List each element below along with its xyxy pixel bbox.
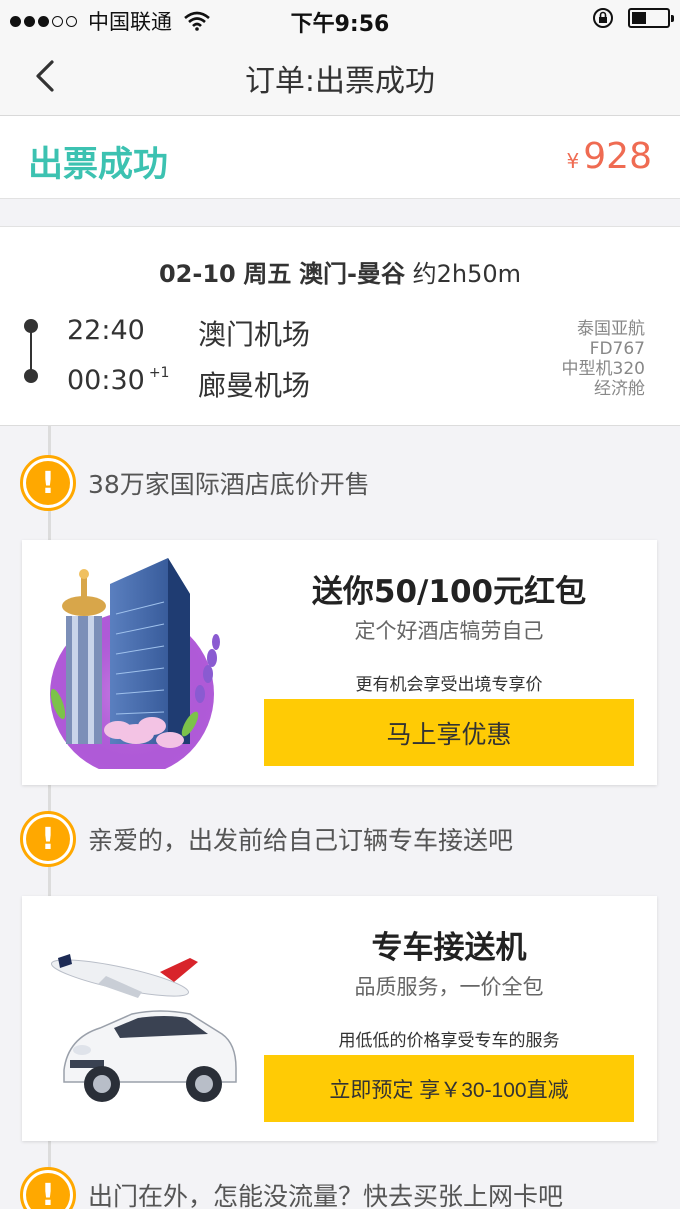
car-plane-illustration-icon xyxy=(50,954,237,1102)
order-status-label: 出票成功 xyxy=(28,145,169,185)
tip-text: 亲爱的，出发前给自己订辆专车接送吧 xyxy=(88,826,514,855)
exclamation-icon: ! xyxy=(20,455,76,511)
status-right xyxy=(592,7,674,29)
battery-icon xyxy=(628,8,674,28)
flight-weekday: 周五 xyxy=(243,260,292,288)
tip-text: 出门在外，怎能没流量？快去买张上网卡吧 xyxy=(88,1182,564,1209)
tip-car: ! 亲爱的，出发前给自己订辆专车接送吧 xyxy=(20,810,660,868)
page-title: 订单:出票成功 xyxy=(244,64,436,99)
status-time: 下午9:56 xyxy=(290,12,390,37)
order-price: ¥928 xyxy=(567,136,652,177)
promo-subtitle: 定个好酒店犒劳自己 xyxy=(354,619,544,643)
arrival-day-offset: +1 xyxy=(148,365,170,381)
promo-card-car[interactable]: 专车接送机 品质服务，一价全包 用低低的价格享受专车的服务 立即预定 享￥30-… xyxy=(22,896,657,1141)
flight-number: FD767 xyxy=(589,339,645,359)
flight-card[interactable]: 02-10 周五 澳门-曼谷 约2h50m 22:40 00:30 +1 澳门机场… xyxy=(0,226,680,426)
promo-card-hotel[interactable]: 送你50/100元红包 定个好酒店犒劳自己 更有机会享受出境专享价 马上享优惠 xyxy=(22,540,657,785)
departure-dot xyxy=(24,319,38,333)
flight-meta: 泰国亚航 FD767 中型机320 经济舱 xyxy=(562,319,645,399)
promo-note: 用低低的价格享受专车的服务 xyxy=(338,1031,560,1051)
price-value: 928 xyxy=(583,136,652,177)
order-status-row: 出票成功 ¥928 xyxy=(0,116,680,199)
arrival-dot xyxy=(24,369,38,383)
promo-subtitle: 品质服务，一价全包 xyxy=(354,975,544,999)
arrival-airport: 廊曼机场 xyxy=(198,369,311,402)
arrival-time-wrap: 00:30 +1 xyxy=(67,365,169,396)
aircraft-type: 中型机320 xyxy=(561,359,645,379)
exclamation-icon: ! xyxy=(20,1167,76,1209)
flight-date: 02-10 xyxy=(158,260,236,288)
flight-duration: 约2h50m xyxy=(412,260,522,288)
flight-summary: 02-10 周五 澳门-曼谷 约2h50m xyxy=(0,254,680,289)
car-booking-button[interactable]: 立即预定 享￥30-100直减 xyxy=(264,1055,634,1122)
tip-hotel: ! 38万家国际酒店底价开售 xyxy=(20,454,660,512)
tip-text: 38万家国际酒店底价开售 xyxy=(88,470,370,499)
arrival-time: 00:30 xyxy=(67,365,145,396)
flight-route: 澳门-曼谷 xyxy=(299,260,405,288)
cabin-class: 经济舱 xyxy=(594,379,645,399)
tip-data-card: ! 出门在外，怎能没流量？快去买张上网卡吧 xyxy=(20,1166,660,1209)
currency-symbol: ¥ xyxy=(566,149,580,173)
departure-time: 22:40 xyxy=(67,315,145,346)
status-bar: 中国联通 下午9:56 xyxy=(0,0,680,38)
nav-bar: 订单:出票成功 xyxy=(0,38,680,116)
promo-note: 更有机会享受出境专享价 xyxy=(355,675,543,695)
departure-airport: 澳门机场 xyxy=(198,318,311,351)
promo-title: 专车接送机 xyxy=(371,930,527,966)
hotel-illustration-icon xyxy=(50,558,220,769)
hotel-deal-button[interactable]: 马上享优惠 xyxy=(264,699,634,766)
promo-title: 送你50/100元红包 xyxy=(311,574,587,610)
airline: 泰国亚航 xyxy=(577,319,645,339)
rotation-lock-icon xyxy=(593,8,613,28)
exclamation-icon: ! xyxy=(20,811,76,867)
